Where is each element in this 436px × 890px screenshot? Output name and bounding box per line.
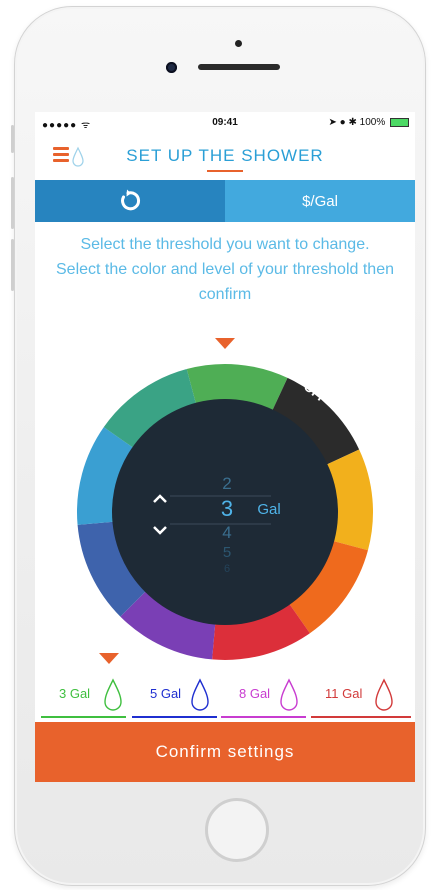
- picker-value-below-2[interactable]: 5: [217, 544, 237, 561]
- picker-value-selected[interactable]: 3: [215, 496, 239, 522]
- droplet-icon: [191, 678, 209, 711]
- picker-value-below-3[interactable]: 6: [217, 563, 237, 575]
- droplet-icon: [104, 678, 122, 711]
- picker-unit: Gal: [257, 501, 281, 518]
- mute-switch: [11, 125, 14, 153]
- home-button[interactable]: [205, 798, 269, 862]
- volume-up-button: [11, 177, 14, 229]
- earpiece-speaker: [198, 64, 280, 70]
- threshold-label: 5 Gal: [150, 686, 182, 701]
- threshold-underline: [311, 716, 411, 718]
- threshold-underline: [41, 716, 126, 718]
- selected-threshold-pointer-icon: [99, 653, 119, 664]
- color-dial[interactable]: OFF: [35, 112, 415, 672]
- picker-value-below-1[interactable]: 4: [217, 523, 237, 543]
- threshold-underline: [221, 716, 306, 718]
- threshold-label: 11 Gal: [325, 686, 363, 701]
- proximity-sensor: [235, 40, 242, 47]
- threshold-11-gal[interactable]: 11 Gal: [311, 678, 411, 718]
- threshold-8-gal[interactable]: 8 Gal: [221, 678, 306, 718]
- app-screen: ●●●●● ᯤ 09:41 ➤ ● ✱ 100% SET UP THE SHOW…: [35, 112, 415, 782]
- threshold-5-gal[interactable]: 5 Gal: [132, 678, 217, 718]
- threshold-label: 3 Gal: [59, 686, 91, 701]
- threshold-underline: [132, 716, 217, 718]
- threshold-3-gal[interactable]: 3 Gal: [41, 678, 126, 718]
- threshold-label: 8 Gal: [239, 686, 271, 701]
- droplet-icon: [375, 678, 393, 711]
- droplet-icon: [280, 678, 298, 711]
- threshold-row: 3 Gal 5 Gal 8 Gal 11 Gal: [35, 678, 415, 720]
- volume-down-button: [11, 239, 14, 291]
- confirm-settings-button[interactable]: Confirm settings: [35, 722, 415, 782]
- front-camera: [166, 62, 177, 73]
- picker-value-above[interactable]: 2: [217, 474, 237, 494]
